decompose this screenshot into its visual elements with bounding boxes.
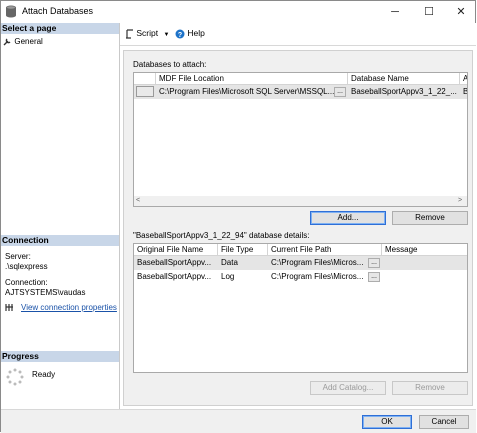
- table-row[interactable]: BaseballSportAppv... Log C:\Program File…: [134, 270, 467, 284]
- server-value: .\sqlexpress: [5, 262, 48, 271]
- attach-as-cell[interactable]: Ba: [460, 85, 467, 98]
- column-header-mdf-location[interactable]: MDF File Location: [156, 73, 348, 85]
- column-header-original-file-name[interactable]: Original File Name: [134, 244, 218, 256]
- browse-path-button[interactable]: ...: [368, 272, 380, 282]
- connection-value: AJTSYSTEMS\vaudas: [5, 288, 86, 297]
- horizontal-scrollbar[interactable]: < >: [134, 196, 467, 206]
- column-header-database-name[interactable]: Database Name: [348, 73, 460, 85]
- database-details-label: "BaseballSportAppv3_1_22_94" database de…: [133, 231, 310, 240]
- remove-database-button[interactable]: Remove: [392, 211, 468, 225]
- progress-header: Progress: [1, 351, 119, 362]
- scroll-left-icon[interactable]: <: [136, 197, 140, 204]
- remove-file-button[interactable]: Remove: [392, 381, 468, 395]
- svg-text:?: ?: [178, 32, 182, 39]
- ok-button[interactable]: OK: [362, 415, 412, 429]
- attach-databases-dialog: Attach Databases ─ ☐ ✕ Select a page Gen…: [0, 0, 476, 433]
- right-pane: Script ▼ ? Help Databases to attach: MDF…: [120, 23, 476, 409]
- browse-mdf-button[interactable]: ...: [334, 87, 346, 97]
- database-details-grid[interactable]: Original File Name File Type Current Fil…: [133, 243, 468, 373]
- column-header-select[interactable]: [134, 73, 156, 85]
- page-item-label: General: [14, 37, 43, 46]
- window-title: Attach Databases: [22, 6, 94, 16]
- wrench-icon: [3, 38, 11, 46]
- mdf-location-cell: C:\Program Files\Microsoft SQL Server\MS…: [159, 87, 334, 96]
- select-page-header: Select a page: [1, 23, 119, 34]
- current-file-path-cell[interactable]: C:\Program Files\Micros...: [268, 270, 366, 283]
- original-file-name-cell: BaseballSportAppv...: [137, 272, 212, 281]
- progress-spinner-icon: [6, 368, 24, 386]
- column-header-attach-as[interactable]: Att: [460, 73, 467, 85]
- script-icon: [126, 29, 133, 39]
- progress-status: Ready: [32, 370, 56, 379]
- script-button[interactable]: Script ▼: [125, 28, 169, 39]
- message-cell: [382, 270, 467, 283]
- table-row[interactable]: BaseballSportAppv... Data C:\Program Fil…: [134, 256, 467, 271]
- dialog-footer: OK Cancel: [1, 409, 476, 433]
- connection-header: Connection: [1, 235, 119, 246]
- file-type-cell: Data: [221, 258, 238, 267]
- column-header-current-file-path[interactable]: Current File Path: [268, 244, 382, 256]
- close-button[interactable]: ✕: [445, 1, 477, 23]
- dropdown-arrow-icon: ▼: [163, 32, 170, 38]
- row-selector[interactable]: [136, 86, 154, 97]
- database-icon: [6, 5, 16, 18]
- connection-label: Connection:: [5, 278, 48, 287]
- message-cell: [382, 256, 467, 269]
- maximize-button[interactable]: ☐: [413, 1, 445, 23]
- database-name-cell[interactable]: BaseballSportAppv3_1_22_...: [348, 85, 460, 98]
- toolbar: Script ▼ ? Help: [120, 23, 476, 46]
- page-item-general[interactable]: General: [3, 36, 43, 46]
- scroll-right-icon[interactable]: >: [458, 197, 462, 204]
- file-type-cell: Log: [221, 272, 235, 281]
- column-header-message[interactable]: Message: [382, 244, 467, 256]
- current-file-path-cell[interactable]: C:\Program Files\Micros...: [268, 256, 366, 269]
- title-bar: Attach Databases ─ ☐ ✕: [1, 1, 475, 23]
- minimize-button[interactable]: ─: [379, 1, 411, 23]
- browse-path-button[interactable]: ...: [368, 258, 380, 268]
- help-button[interactable]: ? Help: [175, 28, 205, 39]
- column-header-file-type[interactable]: File Type: [218, 244, 268, 256]
- help-icon: ?: [175, 29, 185, 39]
- left-pane: Select a page General Connection Server:…: [1, 23, 120, 409]
- original-file-name-cell: BaseballSportAppv...: [137, 258, 212, 267]
- view-connection-properties-link[interactable]: View connection properties: [21, 303, 117, 312]
- databases-to-attach-grid[interactable]: MDF File Location Database Name Att C:\P…: [133, 72, 468, 207]
- general-panel: Databases to attach: MDF File Location D…: [123, 50, 473, 406]
- script-label: Script: [136, 28, 159, 38]
- cancel-button[interactable]: Cancel: [419, 415, 469, 429]
- table-row[interactable]: C:\Program Files\Microsoft SQL Server\MS…: [134, 85, 467, 99]
- add-database-button[interactable]: Add...: [310, 211, 386, 225]
- add-catalog-button[interactable]: Add Catalog...: [310, 381, 386, 395]
- help-label: Help: [187, 28, 205, 38]
- server-label: Server:: [5, 252, 31, 261]
- connection-properties-icon: [5, 304, 13, 311]
- databases-to-attach-label: Databases to attach:: [133, 60, 207, 69]
